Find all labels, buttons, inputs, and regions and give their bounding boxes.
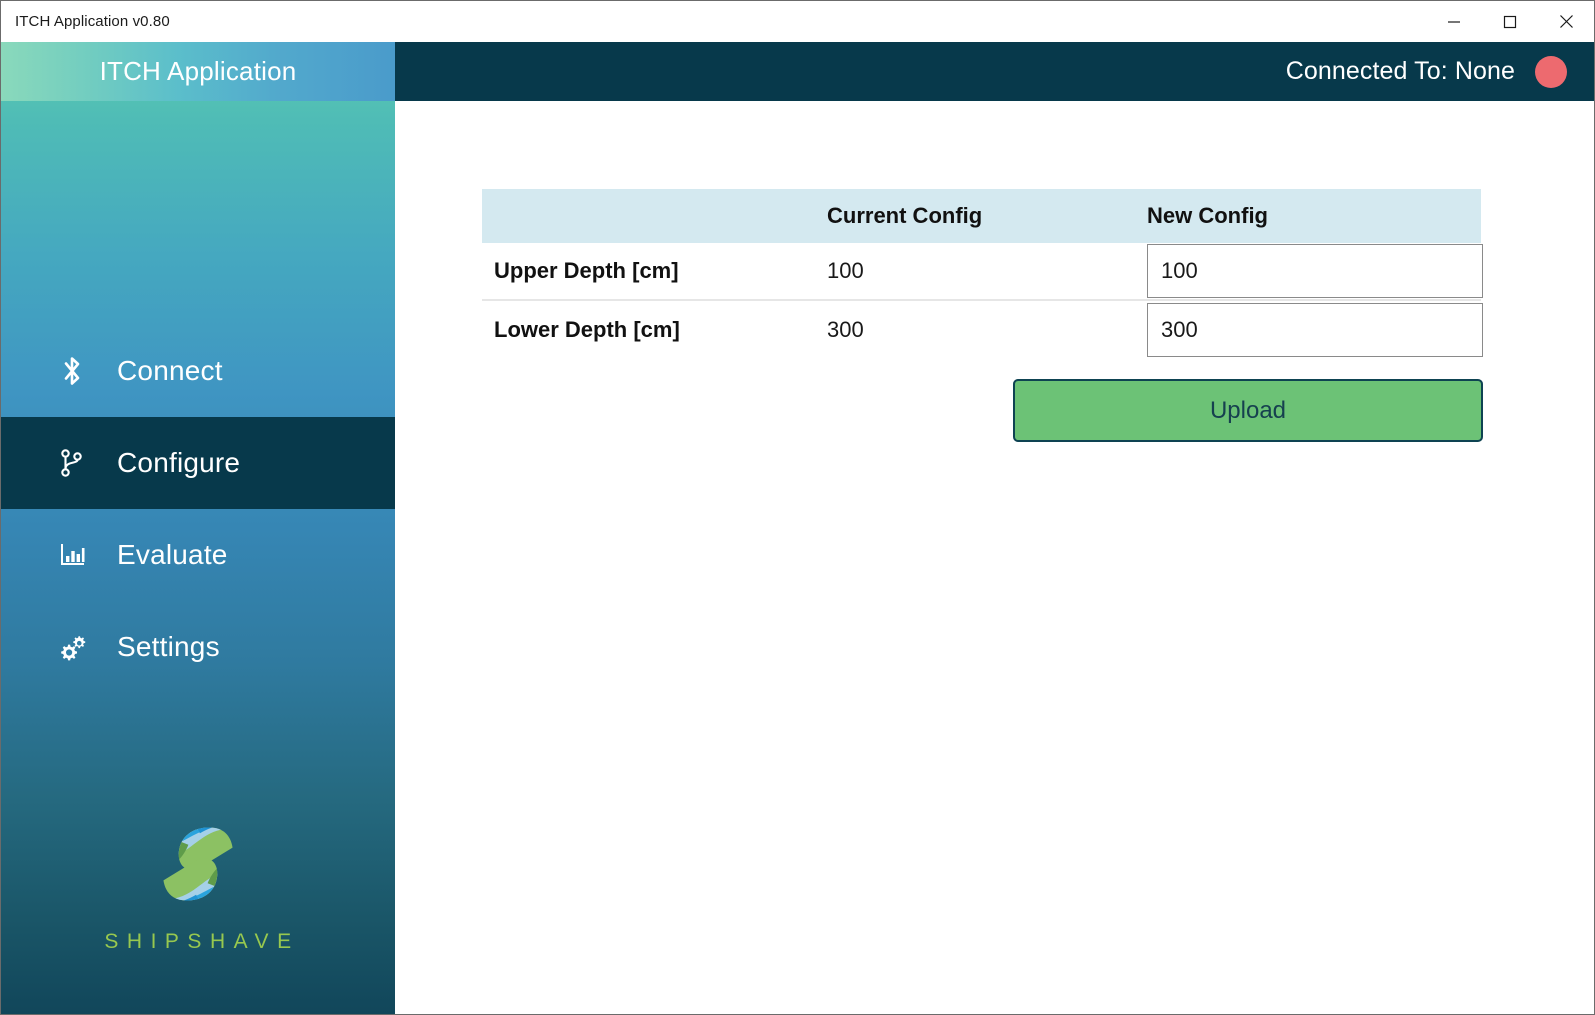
sidebar-nav: Connect Configure Evaluate Settings [1, 325, 395, 693]
minimize-icon [1447, 15, 1461, 29]
row-label-lower-depth: Lower Depth [cm] [494, 317, 680, 342]
status-dot-icon [1535, 55, 1567, 88]
config-table: Current Config New Config Upper Depth [c… [482, 189, 1483, 359]
maximize-icon [1503, 15, 1517, 29]
sidebar-item-label: Settings [117, 631, 220, 662]
upload-button[interactable]: Upload [1013, 379, 1483, 442]
sidebar-item-label: Configure [117, 447, 241, 478]
close-icon [1559, 14, 1574, 29]
sidebar: ITCH Application Connect Configure Evalu… [1, 42, 395, 1014]
brand-logo: SHIPSHAVE [1, 816, 395, 954]
table-header-new-config: New Config [1147, 203, 1268, 228]
shipshave-globe-logo-icon [150, 816, 246, 912]
upper-depth-input[interactable] [1147, 244, 1483, 298]
gears-icon [59, 632, 103, 662]
sidebar-item-label: Evaluate [117, 539, 228, 570]
bluetooth-icon [59, 354, 103, 388]
application-window: ITCH Application v0.80 ITCH Application … [0, 0, 1595, 1015]
current-value-lower-depth: 300 [827, 317, 864, 342]
sidebar-item-label: Connect [117, 355, 223, 386]
bar-chart-icon [59, 540, 103, 570]
current-value-upper-depth: 100 [827, 258, 864, 283]
lower-depth-input[interactable] [1147, 303, 1483, 357]
table-row-upper-depth: Upper Depth [cm] 100 [482, 243, 1483, 299]
table-header-row: Current Config New Config [482, 189, 1481, 243]
top-bar: Connected To: None [395, 42, 1594, 101]
branch-icon [59, 446, 103, 480]
table-header-current-config: Current Config [827, 203, 983, 228]
sidebar-app-title: ITCH Application [99, 56, 297, 86]
title-bar: ITCH Application v0.80 [1, 1, 1594, 42]
table-row-lower-depth: Lower Depth [cm] 300 [482, 301, 1483, 359]
new-config-cell-lower-depth [1147, 301, 1483, 359]
new-config-cell-upper-depth [1147, 243, 1483, 299]
main-content: Current Config New Config Upper Depth [c… [395, 101, 1594, 1014]
minimize-button[interactable] [1426, 1, 1482, 42]
close-button[interactable] [1538, 1, 1594, 42]
row-label-upper-depth: Upper Depth [cm] [494, 258, 679, 283]
sidebar-header: ITCH Application [1, 42, 395, 101]
sidebar-item-configure[interactable]: Configure [1, 417, 395, 509]
sidebar-item-settings[interactable]: Settings [1, 601, 395, 693]
sidebar-item-evaluate[interactable]: Evaluate [1, 509, 395, 601]
sidebar-item-connect[interactable]: Connect [1, 325, 395, 417]
maximize-button[interactable] [1482, 1, 1538, 42]
brand-name: SHIPSHAVE [104, 930, 300, 953]
table-header-blank [482, 189, 827, 243]
window-title: ITCH Application v0.80 [15, 13, 170, 30]
connection-status-label: Connected To: None [1285, 57, 1515, 85]
